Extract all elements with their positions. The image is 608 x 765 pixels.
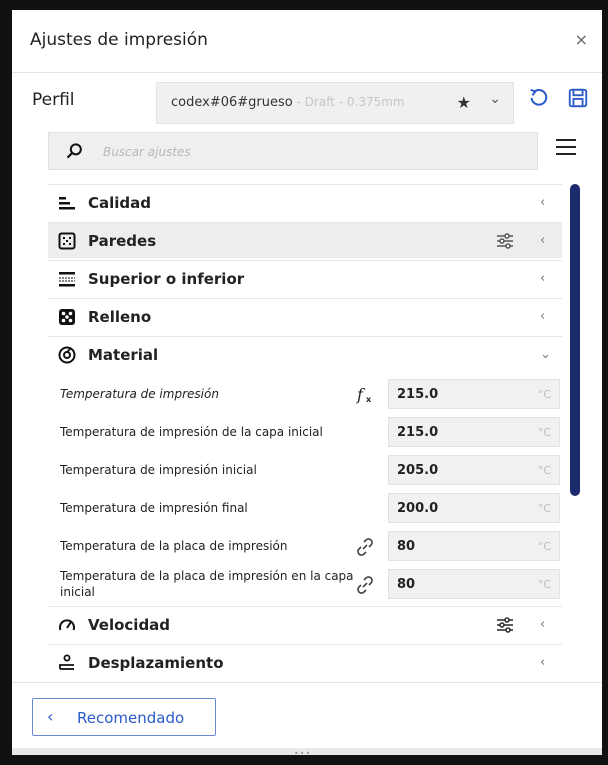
setting-unit: °C	[537, 540, 551, 553]
print-settings-panel: Ajustes de impresión × Perfil codex#06#g…	[12, 10, 602, 755]
section-label: Desplazamiento	[88, 654, 224, 672]
section-label: Relleno	[88, 308, 152, 326]
adjustments-icon[interactable]	[496, 617, 514, 633]
setting-value: 215.0	[397, 387, 439, 402]
setting-value-field[interactable]: 215.0 °C	[388, 379, 560, 409]
chevron-left-icon[interactable]: ‹	[540, 233, 545, 248]
profile-detail: - Draft - 0.375mm	[292, 95, 405, 109]
close-icon[interactable]: ×	[575, 30, 588, 49]
setting-row-initial-temp: Temperatura de impresión inicial 205.0 °…	[48, 452, 562, 490]
section-paredes[interactable]: Paredes ‹	[48, 222, 562, 258]
star-icon[interactable]: ★	[457, 93, 471, 112]
setting-value-field[interactable]: 80 °C	[388, 569, 560, 599]
setting-row-final-temp: Temperatura de impresión final 200.0 °C	[48, 490, 562, 528]
chevron-down-icon[interactable]: ⌄	[489, 91, 501, 107]
window-title: Ajustes de impresión	[30, 30, 208, 50]
search-icon	[66, 143, 82, 159]
section-label: Velocidad	[88, 616, 171, 634]
section-relleno[interactable]: Relleno ‹	[48, 298, 562, 334]
chevron-left-icon[interactable]: ‹	[540, 195, 545, 210]
section-label: Paredes	[88, 232, 157, 250]
chevron-left-icon[interactable]: ‹	[540, 617, 545, 632]
svg-text:f: f	[356, 385, 366, 404]
reset-icon[interactable]	[527, 87, 549, 109]
section-label: Superior o inferior	[88, 270, 245, 288]
setting-row-initial-layer-temp: Temperatura de impresión de la capa inic…	[48, 414, 562, 452]
setting-value: 215.0	[397, 425, 439, 440]
section-label: Material	[88, 346, 159, 364]
chevron-left-icon: ‹	[47, 707, 54, 726]
setting-row-bed-temp-initial-layer: Temperatura de la placa de impresión en …	[48, 566, 562, 604]
setting-label: Temperatura de la placa de impresión en …	[60, 569, 354, 599]
resize-grip-icon[interactable]: •••	[294, 749, 311, 755]
recommended-label: Recomendado	[77, 709, 185, 727]
section-material[interactable]: Material ⌄	[48, 336, 562, 372]
speed-icon	[59, 619, 75, 631]
svg-text:x: x	[366, 395, 372, 404]
search-box	[48, 132, 538, 170]
profile-label: Perfil	[32, 90, 75, 110]
setting-value: 200.0	[397, 501, 439, 516]
setting-unit: °C	[537, 464, 551, 477]
setting-value: 80	[397, 577, 416, 592]
link-icon[interactable]	[354, 574, 376, 596]
search-input[interactable]	[101, 141, 525, 163]
function-icon[interactable]: f x	[354, 384, 376, 406]
setting-label: Temperatura de impresión final	[60, 501, 248, 515]
quality-icon	[59, 197, 75, 210]
section-superior-inferior[interactable]: Superior o inferior ‹	[48, 260, 562, 296]
setting-label: Temperatura de impresión	[60, 387, 219, 401]
setting-value-field[interactable]: 80 °C	[388, 531, 560, 561]
title-bar: Ajustes de impresión ×	[12, 10, 602, 73]
scrollbar[interactable]	[570, 184, 580, 496]
footer-divider	[12, 682, 602, 683]
section-velocidad[interactable]: Velocidad ‹	[48, 606, 562, 642]
setting-value: 80	[397, 539, 416, 554]
setting-value-field[interactable]: 200.0 °C	[388, 493, 560, 523]
setting-row-bed-temp: Temperatura de la placa de impresión 80 …	[48, 528, 562, 566]
infill-icon	[59, 309, 75, 325]
adjustments-icon[interactable]	[496, 233, 514, 249]
save-icon[interactable]	[567, 87, 589, 109]
chevron-down-icon[interactable]: ⌄	[540, 347, 551, 362]
setting-row-print-temp: Temperatura de impresión f x 215.0 °C	[48, 376, 562, 414]
section-calidad[interactable]: Calidad ‹	[48, 184, 562, 220]
setting-unit: °C	[537, 578, 551, 591]
travel-icon	[59, 654, 74, 670]
chevron-left-icon[interactable]: ‹	[540, 309, 545, 324]
setting-unit: °C	[537, 388, 551, 401]
top-bottom-icon	[59, 272, 75, 287]
chevron-left-icon[interactable]: ‹	[540, 655, 545, 670]
setting-unit: °C	[537, 502, 551, 515]
section-label: Calidad	[88, 194, 152, 212]
profile-dropdown[interactable]: codex#06#grueso - Draft - 0.375mm ★ ⌄	[156, 82, 514, 124]
section-desplazamiento[interactable]: Desplazamiento ‹	[48, 644, 562, 680]
hamburger-menu-icon[interactable]	[554, 135, 578, 159]
setting-value-field[interactable]: 215.0 °C	[388, 417, 560, 447]
profile-name-text: codex#06#grueso - Draft - 0.375mm	[171, 95, 405, 110]
material-icon	[58, 346, 76, 364]
setting-label: Temperatura de la placa de impresión	[60, 539, 288, 553]
setting-unit: °C	[537, 426, 551, 439]
link-icon[interactable]	[354, 536, 376, 558]
recommended-button[interactable]: ‹ Recomendado	[32, 698, 216, 736]
setting-label: Temperatura de impresión de la capa inic…	[60, 425, 323, 439]
setting-value-field[interactable]: 205.0 °C	[388, 455, 560, 485]
chevron-left-icon[interactable]: ‹	[540, 271, 545, 286]
walls-icon	[58, 232, 76, 250]
setting-value: 205.0	[397, 463, 439, 478]
setting-label: Temperatura de impresión inicial	[60, 463, 257, 477]
profile-name: codex#06#grueso	[171, 95, 293, 110]
